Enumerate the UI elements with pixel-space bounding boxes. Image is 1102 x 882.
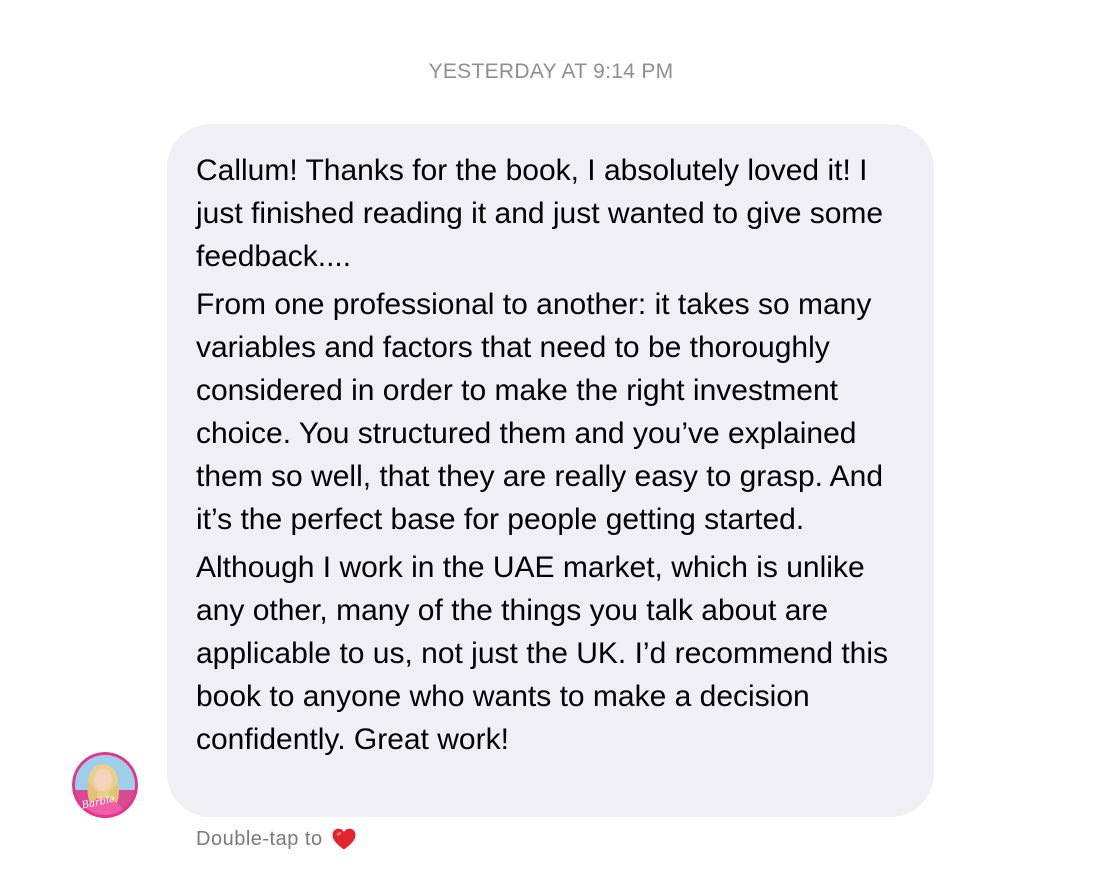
- message-paragraph-1: Callum! Thanks for the book, I absolutel…: [196, 154, 884, 273]
- heart-icon[interactable]: [331, 827, 357, 851]
- message-timestamp: YESTERDAY AT 9:14 PM: [428, 60, 674, 83]
- profile-photo-avatar-icon: Barbie: [72, 752, 138, 818]
- sender-avatar[interactable]: Barbie: [72, 752, 138, 818]
- message-bubble[interactable]: Callum! Thanks for the book, I absolutel…: [167, 124, 934, 817]
- message-paragraph-2: From one professional to another: it tak…: [196, 288, 884, 536]
- reaction-hint: Double-tap to: [196, 827, 357, 851]
- message-paragraph-3: Although I work in the UAE market, which…: [196, 551, 889, 756]
- reaction-hint-label: Double-tap to: [196, 827, 323, 850]
